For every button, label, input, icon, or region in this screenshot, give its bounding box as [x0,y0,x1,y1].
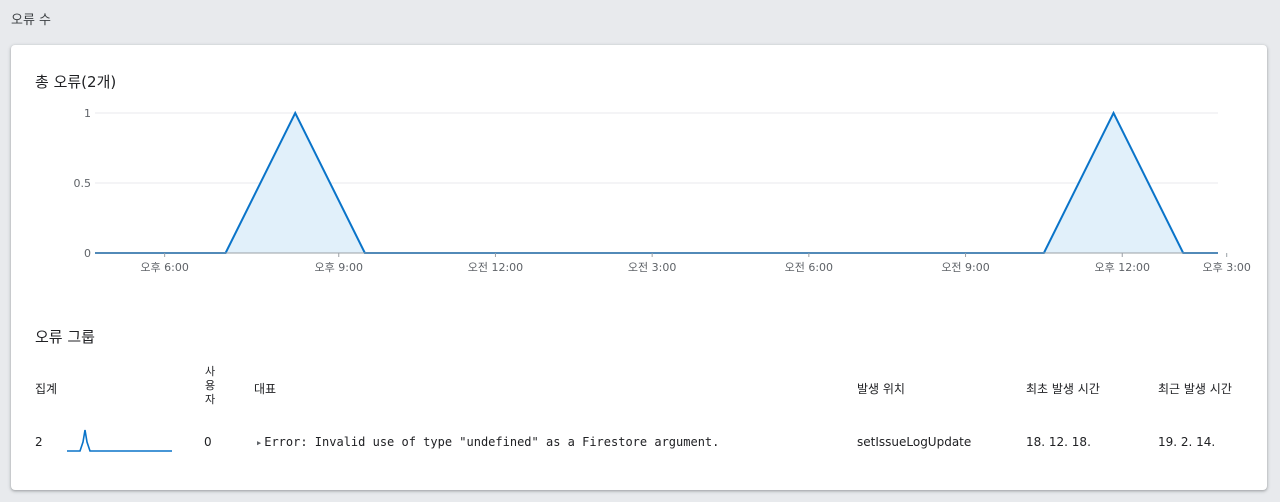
row-users: 0 [204,435,212,449]
header-users-char: 자 [204,393,216,406]
x-tick-label: 오후 12:00 [1095,261,1150,274]
sparkline-line [67,429,172,452]
x-tick-label: 오전 9:00 [941,261,989,274]
header-first-seen[interactable]: 최초 발생 시간 [1026,380,1100,397]
header-location: 발생 위치 [857,382,905,396]
header-users[interactable]: 사 용 자 [204,365,216,407]
x-tick-label: 오후 6:00 [140,261,188,274]
error-count-chart: 0 0.5 1 오후 6:00 오후 9:00 오전 12:00 오전 3:00 오전 6:0… [74,107,1251,274]
x-tick-label: 오후 3:00 [1202,261,1250,274]
row-message-text: Error: Invalid use of type "undefined" a… [264,435,720,449]
row-count: 2 [35,435,43,449]
row-sparkline [67,429,172,452]
x-tick-label: 오전 3:00 [628,261,676,274]
row-message[interactable]: ▶ Error: Invalid use of type "undefined" … [257,435,719,449]
y-tick-label: 1 [84,107,91,120]
page-header: 오류 수 [11,13,52,28]
header-representative: 대표 [254,382,277,396]
x-tick-label: 오전 6:00 [785,261,833,274]
y-tick-label: 0 [84,247,91,260]
x-tick-label: 오후 9:00 [315,261,363,274]
header-count[interactable]: 집계 [35,380,57,397]
header-users-char: 용 [204,379,216,392]
header-users-char: 사 [204,365,216,378]
header-last-seen[interactable]: 최근 발생 시간 [1158,380,1232,397]
y-tick-label: 0.5 [74,177,92,190]
error-groups-title: 오류 그룹 [35,328,95,346]
expand-arrow-icon[interactable]: ▶ [257,439,261,447]
row-last-seen: 19. 2. 14. [1158,435,1216,449]
errors-card: 총 오류(2개) 0 0.5 1 오후 6:00 오후 9:00 오전 12:00 오전 3… [11,45,1267,490]
row-first-seen: 18. 12. 18. [1026,435,1091,449]
x-tick-label: 오전 12:00 [468,261,523,274]
row-location: setIssueLogUpdate [857,435,972,449]
